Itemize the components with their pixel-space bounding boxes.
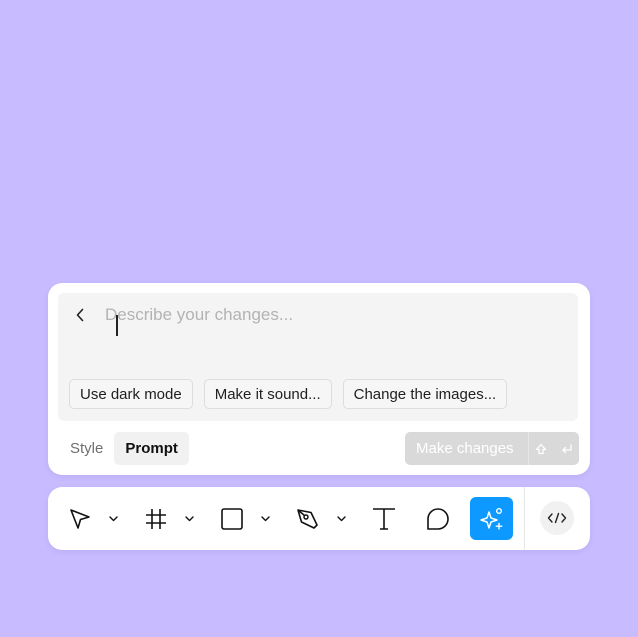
- tab-prompt[interactable]: Prompt: [114, 432, 189, 465]
- move-tool-menu[interactable]: [106, 497, 120, 540]
- make-changes-button[interactable]: Make changes: [405, 432, 579, 465]
- tool-toolbar: [48, 487, 590, 550]
- chevron-down-icon: [336, 515, 346, 521]
- text-tool-button[interactable]: [363, 497, 405, 540]
- ai-prompt-panel: Use dark mode Make it sound... Change th…: [48, 283, 590, 475]
- frame-tool-menu[interactable]: [182, 497, 196, 540]
- suggestion-chip-change-images[interactable]: Change the images...: [342, 379, 508, 409]
- prompt-box: Use dark mode Make it sound... Change th…: [58, 293, 578, 421]
- rectangle-icon: [221, 507, 243, 530]
- text-caret: [116, 315, 118, 336]
- pen-nib-icon: [297, 508, 318, 529]
- prompt-input[interactable]: [105, 303, 545, 327]
- speech-bubble-icon: [427, 507, 449, 530]
- enter-icon: [562, 443, 572, 453]
- text-t-icon: [373, 507, 395, 530]
- comment-tool-button[interactable]: [417, 497, 459, 540]
- shift-icon: [536, 443, 547, 454]
- frame-hash-icon: [146, 508, 166, 529]
- back-button[interactable]: [70, 303, 90, 327]
- rectangle-tool-menu[interactable]: [258, 497, 272, 540]
- pen-tool-button[interactable]: [287, 497, 329, 540]
- keyboard-shortcut: [528, 432, 579, 465]
- ai-tool-button[interactable]: [470, 497, 513, 540]
- code-brackets-icon: [547, 512, 567, 524]
- chevron-down-icon: [108, 515, 118, 521]
- pointer-arrow-icon: [70, 508, 90, 529]
- make-changes-label: Make changes: [416, 440, 514, 457]
- dev-mode-button[interactable]: [540, 501, 574, 535]
- chevron-down-icon: [184, 515, 194, 521]
- sparkle-icon: [479, 507, 502, 530]
- toolbar-divider: [524, 487, 525, 550]
- pen-tool-menu[interactable]: [334, 497, 348, 540]
- rectangle-tool-button[interactable]: [211, 497, 253, 540]
- mode-tabs: Style Prompt: [59, 432, 189, 465]
- suggestion-chip-dark-mode[interactable]: Use dark mode: [69, 379, 193, 409]
- suggestion-chip-make-it-sound[interactable]: Make it sound...: [203, 379, 332, 409]
- chevron-down-icon: [260, 515, 270, 521]
- tab-style[interactable]: Style: [59, 432, 114, 465]
- frame-tool-button[interactable]: [135, 497, 177, 540]
- move-tool-button[interactable]: [59, 497, 101, 540]
- chevron-left-icon: [76, 308, 84, 322]
- suggestion-chips: Use dark mode Make it sound... Change th…: [69, 379, 508, 409]
